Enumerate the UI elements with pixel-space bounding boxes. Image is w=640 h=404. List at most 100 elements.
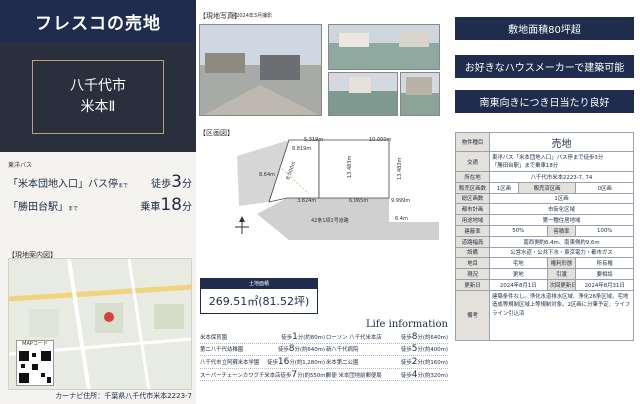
spec-label: 道路幅員	[455, 235, 490, 248]
spec-label: 販売済区画	[517, 181, 577, 194]
feature-2: お好きなハウスメーカーで建築可能	[455, 55, 634, 78]
walk-label: 徒歩	[267, 359, 278, 366]
dim-bottom-2: 9.999m	[391, 198, 410, 204]
land-area-value: 269.51㎡(81.52坪)	[208, 295, 310, 308]
spec-label: 所在地	[455, 171, 490, 183]
spec-label: 権利形態	[546, 257, 577, 270]
facility-name: 八千代市立阿蘇米本学園	[200, 359, 260, 366]
access-row-train: 「勝田台駅」まで 乗車18分	[8, 195, 192, 215]
walk-label: 徒歩	[400, 347, 412, 354]
station-suffix: まで	[68, 206, 79, 212]
dim-left-1: 8.819m	[292, 146, 311, 152]
walk-value: 3	[171, 172, 182, 192]
spec-row-total: 総区画数 1区画	[455, 192, 634, 205]
spec-label: 備考	[455, 289, 490, 341]
spec-value: 2024年8月31日	[575, 278, 634, 291]
spec-label: 物件種目	[455, 132, 490, 152]
facility-name: ローソン 八千代米本店	[326, 334, 382, 341]
dim-bottom-1: 6.065m	[349, 198, 368, 204]
facility-name: 第二八千代幼稚園	[200, 347, 244, 354]
walk-distance: 分(約1,280m)	[289, 359, 325, 366]
road-label: 42条1項1号道路	[311, 217, 349, 224]
facility-walk: 徒歩5分(約400m)	[401, 344, 448, 354]
walk-minutes: 16	[277, 356, 290, 367]
north-arrow-icon	[235, 216, 249, 234]
walk-label: 徒歩	[400, 372, 412, 379]
facility-walk: 徒歩8分(約640m)	[401, 332, 448, 342]
spec-row-road: 道路幅員 南西側約6.4m、南東側約9.6m	[455, 235, 634, 248]
feature-1: 敷地面積80坪超	[455, 17, 634, 40]
facility-walk: 徒歩2分(約160m)	[401, 357, 448, 367]
site-photo-1	[199, 24, 322, 116]
facility-walk: 徒歩1分(約80m)	[281, 332, 325, 342]
life-info-left: 米本保育園 徒歩1分(約80m) 第二八千代幼稚園 徒歩8分(約640m) 八千代市立阿…	[200, 331, 328, 382]
life-info-row: 新八千代病院 徒歩5分(約400m)	[326, 344, 448, 357]
spec-traffic-line-1: 東洋バス「米本団地入口」バス停まで徒歩3分	[492, 154, 604, 161]
land-area-box: 土地面積 269.51㎡(81.52坪)	[200, 278, 318, 314]
spec-value: 第一種住居地域	[489, 214, 634, 226]
spec-value: 2024年8月1日	[489, 278, 548, 291]
property-area: 米本Ⅱ	[80, 99, 116, 115]
dim-side: 8.64m	[259, 172, 275, 178]
spec-value: 所有権	[575, 257, 634, 270]
spec-value: 1区画	[489, 181, 519, 194]
facility-name: 米本保育園	[200, 334, 227, 341]
life-info-row: スーパーチェーンカワグチ米本店 徒歩7分(約550m)	[200, 369, 328, 382]
spec-label: 設備	[455, 246, 490, 259]
site-photo-2	[328, 24, 440, 70]
ride-value: 18	[160, 195, 182, 215]
spec-value: 市街化区域	[489, 203, 634, 216]
spec-location-value: 八千代市米本2223-7, 74	[489, 171, 634, 183]
dim-bottom-left: 3.824m	[297, 198, 316, 204]
spec-row-updated: 更新日 2024年8月1日 次回更新日 2024年8月31日	[455, 278, 634, 291]
bus-stop-suffix: まで	[118, 183, 129, 189]
walk-label: 徒歩	[151, 179, 172, 190]
walk-unit: 分	[182, 179, 192, 190]
dim-right: 13.483m	[397, 158, 403, 180]
spec-traffic-value: 東洋バス「米本団地入口」バス停まで徒歩3分 「勝田台駅」まで乗車18分	[489, 151, 634, 172]
dim-mid: 13.483m	[347, 156, 353, 178]
ride-unit: 分	[182, 202, 192, 213]
spec-value: 要相談	[575, 268, 634, 280]
facility-name: 郵便 米本団地前郵便局	[326, 372, 382, 379]
facility-name: スーパーチェーンカワグチ米本店	[200, 372, 281, 379]
walk-distance: 分(約640m)	[294, 347, 325, 354]
spec-type-value: 売地	[489, 132, 634, 152]
life-info-title: Life information	[366, 319, 448, 330]
spec-label: 用途地域	[455, 214, 490, 226]
walk-label: 徒歩	[400, 334, 412, 341]
spec-traffic-line-2: 「勝田台駅」まで乗車18分	[492, 162, 559, 169]
spec-row-land: 地目 宅地 権利形態 所有権	[455, 257, 634, 270]
spec-label: 現況	[455, 268, 490, 280]
access-info: 東洋バス 「米本団地入口」バス停まで 徒歩3分 「勝田台駅」まで 乗車18分	[8, 160, 192, 240]
spec-label: 引渡	[546, 268, 577, 280]
station-name: 「勝田台駅」	[8, 202, 68, 213]
life-info-right: ローソン 八千代米本店 徒歩8分(約640m) 新八千代病院 徒歩5分(約400m) 米…	[326, 331, 448, 382]
spec-value: 50%	[489, 224, 548, 237]
spec-label: 地目	[455, 257, 490, 270]
bus-stop-name: 「米本団地入口」バス停	[8, 179, 118, 190]
walk-distance: 分(約640m)	[417, 334, 448, 341]
spec-row-sections: 販売区画数 1区画 販売済区画 0区画	[455, 181, 634, 194]
spec-value: 0区画	[575, 181, 634, 194]
spec-value: 宅地	[489, 257, 548, 270]
facility-name: 米本第二公園	[326, 359, 359, 366]
dim-top-1: 5.319m	[304, 137, 323, 143]
walk-distance: 分(約80m)	[297, 334, 325, 341]
facility-walk: 徒歩4分(約320m)	[401, 370, 448, 380]
life-info-row: 八千代市立阿蘇米本学園 徒歩16分(約1,280m)	[200, 356, 325, 369]
ride-label: 乗車	[140, 202, 161, 213]
life-info-row: 郵便 米本団地前郵便局 徒歩4分(約320m)	[326, 369, 448, 382]
spec-label: 交通	[455, 151, 490, 172]
spec-label: 建蔽率	[455, 224, 490, 237]
spec-label: 次回更新日	[546, 278, 577, 291]
dim-top-2: 10.000m	[369, 137, 391, 143]
facility-walk: 徒歩16分(約1,280m)	[267, 357, 325, 367]
spec-row-cityplan: 都市計画 市街化区域	[455, 203, 634, 216]
facility-walk: 徒歩8分(約640m)	[278, 344, 325, 354]
life-info-row: 第二八千代幼稚園 徒歩8分(約640m)	[200, 344, 325, 357]
spec-value: 100%	[575, 224, 634, 237]
spec-row-ratio: 建蔽率 50% 容積率 100%	[455, 224, 634, 237]
life-info-row: 米本第二公園 徒歩2分(約160m)	[326, 356, 448, 369]
property-spec-table: 物件種目 売地 交通 東洋バス「米本団地入口」バス停まで徒歩3分 「勝田台駅」ま…	[455, 132, 634, 341]
